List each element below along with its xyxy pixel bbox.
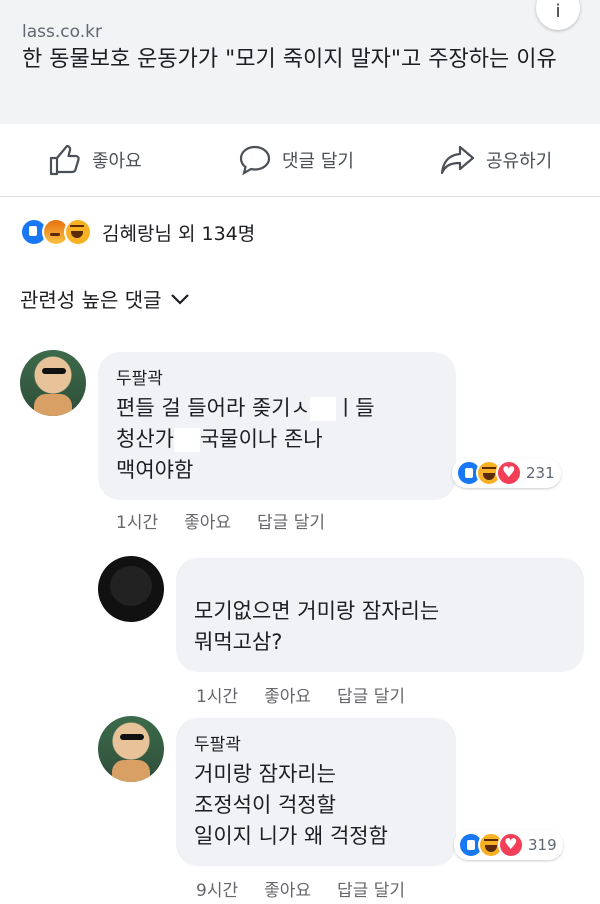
redaction: [173, 428, 200, 452]
share-label: 공유하기: [486, 151, 553, 172]
comment-sort-dropdown[interactable]: 관련성 높은 댓글: [20, 284, 190, 313]
comment-meta: 9시간 좋아요 답글 달기: [196, 876, 405, 901]
comment-author[interactable]: 두팔곽: [194, 730, 438, 755]
avatar[interactable]: [98, 716, 164, 782]
share-arrow-icon: [440, 145, 475, 175]
love-reaction-icon: [498, 832, 524, 858]
reaction-summary[interactable]: 김혜랑님 외 134명: [20, 218, 255, 246]
love-reaction-icon: [496, 460, 522, 486]
comment-text: 거미랑 잠자리는 조정석이 걱정할 일이지 니가 왜 걱정함: [194, 759, 438, 852]
comment-text: 모기없으면 거미랑 잠자리는 뭐먹고삼?: [194, 596, 566, 658]
comment-like-link[interactable]: 좋아요: [264, 876, 311, 901]
reaction-icons: [20, 218, 92, 246]
info-icon[interactable]: i: [536, 0, 580, 30]
reaction-summary-text: 김혜랑님 외 134명: [102, 222, 256, 245]
comment-author[interactable]: 두팔곽: [116, 364, 438, 389]
comment-like-link[interactable]: 좋아요: [184, 508, 231, 533]
reaction-count: 319: [528, 836, 557, 854]
haha-reaction-icon: [64, 218, 92, 246]
comment-reactions[interactable]: 231: [452, 458, 561, 488]
comment-line: 뭐먹고삼?: [194, 630, 283, 654]
comment-line: 거미랑 잠자리는: [194, 762, 336, 786]
reaction-count: 231: [526, 464, 555, 482]
comment-time[interactable]: 1시간: [196, 682, 238, 707]
comment-line: 일이지 니가 왜 걱정함: [194, 824, 388, 848]
like-button[interactable]: 좋아요: [48, 144, 142, 176]
comment-line: ㅣ들: [335, 396, 375, 420]
comment-line: 맥여야함: [116, 458, 194, 482]
comment-reply-link[interactable]: 답글 달기: [257, 508, 325, 533]
chevron-down-icon: [170, 293, 189, 305]
comment-time[interactable]: 9시간: [196, 876, 238, 901]
sort-label: 관련성 높은 댓글: [20, 288, 162, 312]
comment-line: 조정석이 걱정할: [194, 793, 336, 817]
share-button[interactable]: 공유하기: [440, 144, 552, 176]
action-bar: 좋아요 댓글 달기 공유하기: [0, 124, 600, 197]
comment-line: 편들 걸 들어라 좆기ㅅ: [116, 396, 310, 420]
avatar[interactable]: [98, 556, 164, 622]
link-domain: lass.co.kr: [22, 22, 102, 42]
comment-like-link[interactable]: 좋아요: [264, 682, 311, 707]
comment-reactions[interactable]: 319: [454, 830, 563, 860]
comment-button[interactable]: 댓글 달기: [238, 144, 354, 176]
comment-line: 모기없으면 거미랑 잠자리는: [194, 599, 440, 623]
comment-text: 편들 걸 들어라 좆기ㅅ ㅣ들 청산가 국물이나 존나 맥여야함: [116, 393, 438, 486]
comment-line: 국물이나 존나: [199, 427, 323, 451]
like-label: 좋아요: [92, 151, 142, 172]
comment-reply-link[interactable]: 답글 달기: [337, 682, 405, 707]
comment-time[interactable]: 1시간: [116, 508, 158, 533]
comment-meta: 1시간 좋아요 답글 달기: [116, 508, 325, 533]
comment-bubble: 두팔곽 편들 걸 들어라 좆기ㅅ ㅣ들 청산가 국물이나 존나 맥여야함: [98, 352, 456, 500]
comment-reply-link[interactable]: 답글 달기: [337, 876, 405, 901]
thumbs-up-icon: [49, 144, 80, 176]
avatar[interactable]: [20, 350, 86, 416]
comment-label: 댓글 달기: [282, 151, 354, 172]
comment-bubble: 모기없으면 거미랑 잠자리는 뭐먹고삼?: [176, 558, 584, 672]
comment-bubble: 두팔곽 거미랑 잠자리는 조정석이 걱정할 일이지 니가 왜 걱정함: [176, 718, 456, 866]
comment-line: 청산가: [116, 427, 174, 451]
link-title[interactable]: 한 동물보호 운동가가 "모기 죽이지 말자"고 주장하는 이유: [22, 44, 582, 76]
redaction: [309, 397, 336, 421]
link-preview-card[interactable]: lass.co.kr 한 동물보호 운동가가 "모기 죽이지 말자"고 주장하는…: [0, 0, 600, 124]
speech-bubble-icon: [239, 145, 271, 176]
comment-meta: 1시간 좋아요 답글 달기: [196, 682, 405, 707]
